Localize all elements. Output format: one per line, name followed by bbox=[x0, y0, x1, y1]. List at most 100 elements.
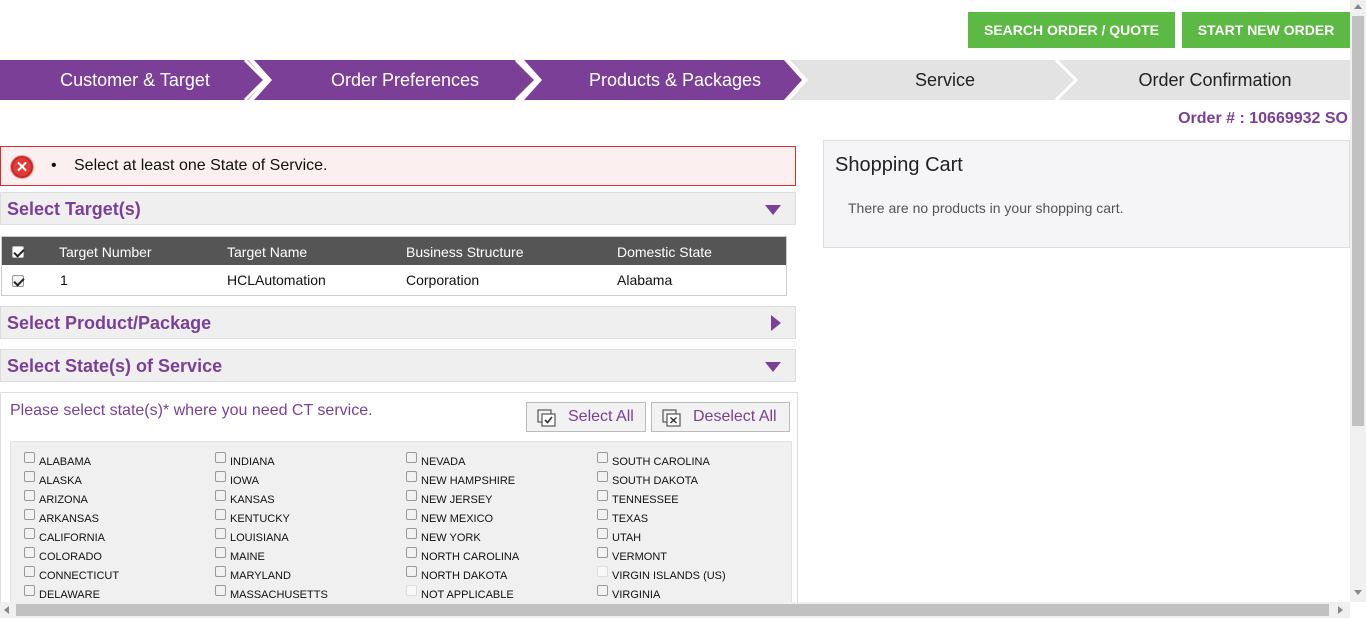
state-label: CALIFORNIA bbox=[39, 532, 106, 544]
state-checkbox[interactable] bbox=[597, 585, 608, 596]
scroll-right-icon[interactable] bbox=[1338, 606, 1343, 614]
state-checkbox[interactable] bbox=[406, 509, 417, 520]
state-option[interactable]: NEVADA bbox=[406, 452, 466, 468]
vertical-scrollbar[interactable] bbox=[1350, 0, 1366, 602]
state-checkbox[interactable] bbox=[215, 585, 226, 596]
state-checkbox[interactable] bbox=[24, 566, 35, 577]
state-label: ARIZONA bbox=[39, 494, 88, 506]
state-option[interactable]: NOT APPLICABLE bbox=[406, 585, 514, 601]
state-option[interactable]: ARIZONA bbox=[24, 490, 88, 506]
deselect-all-button[interactable]: Deselect All bbox=[651, 402, 790, 432]
state-option[interactable]: NEW MEXICO bbox=[406, 509, 493, 525]
state-option[interactable]: KANSAS bbox=[215, 490, 275, 506]
state-checkbox[interactable] bbox=[597, 471, 608, 482]
state-option[interactable]: IOWA bbox=[215, 471, 259, 487]
select-product-title: Select Product/Package bbox=[7, 313, 212, 333]
collapse-arrow-icon[interactable] bbox=[765, 362, 781, 372]
step-products-packages[interactable]: Products & Packages bbox=[540, 60, 810, 100]
state-checkbox[interactable] bbox=[215, 566, 226, 577]
state-checkbox[interactable] bbox=[215, 547, 226, 558]
state-checkbox[interactable] bbox=[406, 566, 417, 577]
collapse-arrow-icon[interactable] bbox=[765, 205, 781, 215]
start-new-order-button[interactable]: START NEW ORDER bbox=[1182, 12, 1350, 48]
state-option[interactable]: CONNECTICUT bbox=[24, 566, 119, 582]
state-checkbox[interactable] bbox=[24, 490, 35, 501]
state-option[interactable]: SOUTH CAROLINA bbox=[597, 452, 710, 468]
state-checkbox[interactable] bbox=[406, 471, 417, 482]
state-option[interactable]: NORTH CAROLINA bbox=[406, 547, 519, 563]
state-checkbox[interactable] bbox=[406, 452, 417, 463]
state-option[interactable]: UTAH bbox=[597, 528, 641, 544]
scroll-up-icon[interactable] bbox=[1354, 4, 1362, 9]
expand-arrow-icon[interactable] bbox=[771, 315, 781, 331]
state-option[interactable]: MAINE bbox=[215, 547, 265, 563]
state-option[interactable]: MASSACHUSETTS bbox=[215, 585, 328, 601]
state-option[interactable]: TENNESSEE bbox=[597, 490, 679, 506]
horizontal-scroll-thumb[interactable] bbox=[16, 604, 1329, 616]
state-checkbox[interactable] bbox=[24, 528, 35, 539]
state-option[interactable]: NEW JERSEY bbox=[406, 490, 493, 506]
state-checkbox[interactable] bbox=[597, 547, 608, 558]
state-option[interactable]: VIRGINIA bbox=[597, 585, 660, 601]
select-states-header[interactable]: Select State(s) of Service bbox=[0, 349, 796, 382]
state-checkbox[interactable] bbox=[597, 509, 608, 520]
step-order-preferences[interactable]: Order Preferences bbox=[270, 60, 540, 100]
step-order-confirmation[interactable]: Order Confirmation bbox=[1080, 60, 1350, 100]
state-option[interactable]: CALIFORNIA bbox=[24, 528, 106, 544]
state-option[interactable]: LOUISIANA bbox=[215, 528, 289, 544]
state-option[interactable]: KENTUCKY bbox=[215, 509, 290, 525]
state-checkbox[interactable] bbox=[24, 585, 35, 596]
state-label: NEW HAMPSHIRE bbox=[421, 475, 516, 487]
state-label: TEXAS bbox=[612, 513, 649, 525]
search-order-quote-button[interactable]: SEARCH ORDER / QUOTE bbox=[968, 12, 1175, 48]
scroll-down-icon[interactable] bbox=[1354, 590, 1362, 595]
state-checkbox[interactable] bbox=[215, 471, 226, 482]
state-label: NORTH DAKOTA bbox=[421, 570, 508, 582]
state-option[interactable]: ALASKA bbox=[24, 471, 82, 487]
state-checkbox[interactable] bbox=[406, 547, 417, 558]
state-checkbox[interactable] bbox=[215, 490, 226, 501]
select-all-button[interactable]: Select All bbox=[526, 402, 646, 432]
state-checkbox[interactable] bbox=[24, 452, 35, 463]
state-label: SOUTH CAROLINA bbox=[612, 456, 710, 468]
state-label: NEVADA bbox=[421, 456, 466, 468]
select-targets-header[interactable]: Select Target(s) bbox=[0, 192, 796, 225]
select-targets-title: Select Target(s) bbox=[7, 199, 141, 219]
state-label: NEW YORK bbox=[421, 532, 481, 544]
state-label: MARYLAND bbox=[230, 570, 291, 582]
state-option[interactable]: ALABAMA bbox=[24, 452, 91, 468]
state-label: VERMONT bbox=[612, 551, 667, 563]
select-product-header[interactable]: Select Product/Package bbox=[0, 306, 796, 339]
state-checkbox[interactable] bbox=[215, 509, 226, 520]
state-checkbox[interactable] bbox=[215, 528, 226, 539]
state-option[interactable]: COLORADO bbox=[24, 547, 102, 563]
state-checkbox[interactable] bbox=[24, 547, 35, 558]
state-checkbox[interactable] bbox=[597, 452, 608, 463]
select-all-targets-checkbox[interactable] bbox=[12, 246, 24, 258]
state-option[interactable]: NEW HAMPSHIRE bbox=[406, 471, 516, 487]
horizontal-scrollbar[interactable] bbox=[0, 602, 1350, 618]
state-option[interactable]: TEXAS bbox=[597, 509, 649, 525]
state-option[interactable]: NORTH DAKOTA bbox=[406, 566, 508, 582]
state-option[interactable]: DELAWARE bbox=[24, 585, 100, 601]
state-option[interactable]: NEW YORK bbox=[406, 528, 481, 544]
states-prompt: Please select state(s)* where you need C… bbox=[10, 402, 373, 419]
state-option[interactable]: VIRGIN ISLANDS (US) bbox=[597, 566, 726, 582]
state-checkbox[interactable] bbox=[406, 490, 417, 501]
step-customer-target[interactable]: Customer & Target bbox=[0, 60, 270, 100]
state-option[interactable]: VERMONT bbox=[597, 547, 667, 563]
target-row-checkbox[interactable] bbox=[12, 275, 24, 287]
state-checkbox[interactable] bbox=[215, 452, 226, 463]
state-checkbox[interactable] bbox=[406, 528, 417, 539]
vertical-scroll-thumb[interactable] bbox=[1352, 16, 1364, 426]
state-option[interactable]: ARKANSAS bbox=[24, 509, 99, 525]
state-checkbox[interactable] bbox=[597, 528, 608, 539]
state-option[interactable]: MARYLAND bbox=[215, 566, 291, 582]
step-service[interactable]: Service bbox=[810, 60, 1080, 100]
state-option[interactable]: SOUTH DAKOTA bbox=[597, 471, 698, 487]
state-checkbox[interactable] bbox=[597, 490, 608, 501]
scroll-left-icon[interactable] bbox=[4, 606, 9, 614]
state-checkbox[interactable] bbox=[24, 509, 35, 520]
state-checkbox[interactable] bbox=[24, 471, 35, 482]
state-option[interactable]: INDIANA bbox=[215, 452, 275, 468]
